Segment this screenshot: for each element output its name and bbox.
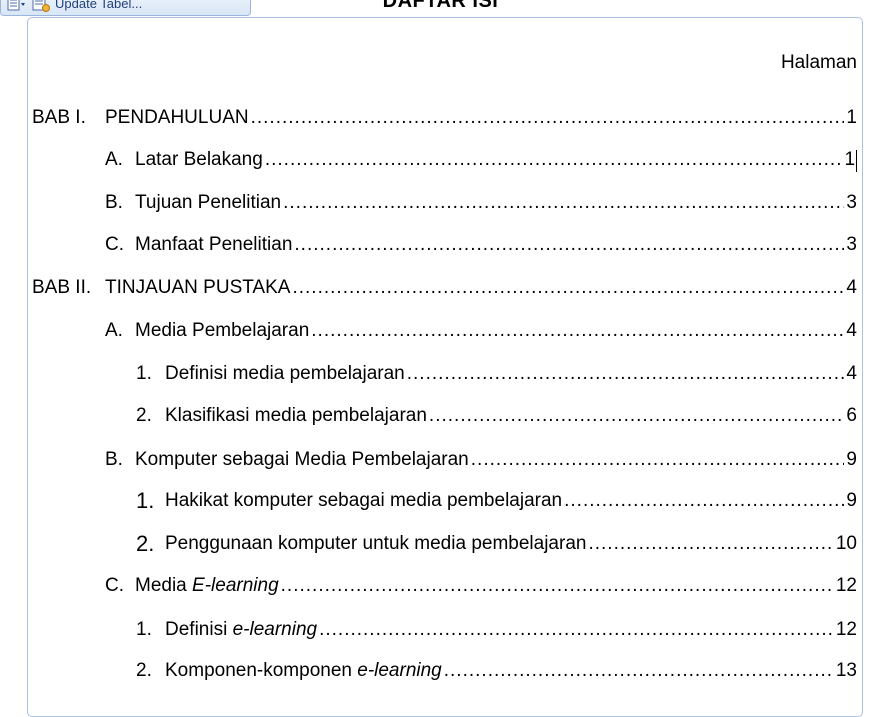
toc-entry-number: B. xyxy=(105,449,123,470)
toc-entry-title: Media Pembelajaran xyxy=(135,320,310,341)
toc-entry-page: 4 xyxy=(846,363,857,384)
toc-entry-title: Komputer sebagai Media Pembelajaran xyxy=(135,449,469,470)
toc-entry-bab-1[interactable]: BAB I. PENDAHULUAN 1 xyxy=(32,104,857,130)
toc-entry-media-elearning[interactable]: C. Media E-learning 12 xyxy=(105,572,857,598)
toc-entry-title-italic: E-learning xyxy=(192,575,279,596)
toc-entry-number: A. xyxy=(105,320,123,341)
dot-leader xyxy=(588,532,833,556)
toc-entry-number: C. xyxy=(105,575,124,596)
dot-leader xyxy=(311,319,844,343)
toc-entry-title-text: Definisi xyxy=(165,619,233,640)
toc-entry-number: 2. xyxy=(136,660,152,681)
toc-entry-page: 1 xyxy=(846,107,857,128)
toc-entry-number: B. xyxy=(105,192,123,213)
dot-leader xyxy=(251,106,845,130)
toc-entry-page: 12 xyxy=(835,619,857,640)
toc-entry-definisi-elearning[interactable]: 1. Definisi e-learning 12 xyxy=(136,616,857,642)
text-cursor xyxy=(856,150,857,172)
toc-entry-number: 2. xyxy=(136,405,152,426)
toc-entry-title: Klasifikasi media pembelajaran xyxy=(165,405,427,426)
page-column-label: Halaman xyxy=(780,52,857,73)
toc-entry-klasifikasi-media[interactable]: 2. Klasifikasi media pembelajaran 6 xyxy=(136,402,857,428)
toc-entry-penggunaan-komputer[interactable]: 2. Penggunaan komputer untuk media pembe… xyxy=(136,530,857,556)
dot-leader xyxy=(294,233,844,257)
toc-entry-number: 1. xyxy=(136,488,155,513)
toc-entry-title: Tujuan Penelitian xyxy=(135,192,282,213)
toc-entry-title: Komponen-komponen e-learning xyxy=(165,659,442,683)
toc-entry-title: TINJAUAN PUSTAKA xyxy=(105,277,291,298)
dot-leader xyxy=(283,191,844,215)
toc-entry-title: Manfaat Penelitian xyxy=(135,234,293,255)
toc-entry-page: 9 xyxy=(846,449,857,470)
toc-entry-title-text: Komponen-komponen xyxy=(165,660,358,681)
update-table-icon[interactable] xyxy=(31,0,51,13)
dot-leader xyxy=(429,404,845,428)
toc-entry-page: 3 xyxy=(846,234,857,255)
dot-leader xyxy=(407,362,845,386)
toc-entry-title: Media E-learning xyxy=(135,574,279,598)
toc-entry-page: 12 xyxy=(835,575,857,596)
toc-entry-latar-belakang[interactable]: A. Latar Belakang 1 xyxy=(105,146,857,172)
toc-entry-title-italic: e-learning xyxy=(232,619,318,640)
toc-entry-title: Latar Belakang xyxy=(135,149,263,170)
toc-entry-number: 2. xyxy=(136,531,155,556)
toc-entry-number: BAB II. xyxy=(32,277,92,298)
toc-entry-title: Definisi e-learning xyxy=(165,618,317,642)
toc-entry-number: 1. xyxy=(136,363,152,384)
toc-entry-page: 4 xyxy=(846,277,857,298)
toc-entry-title: Definisi media pembelajaran xyxy=(165,363,405,384)
content-control-tab[interactable]: Update Tabel... xyxy=(0,0,251,16)
toc-entry-definisi-media[interactable]: 1. Definisi media pembelajaran 4 xyxy=(136,360,857,386)
toc-entry-page: 1 xyxy=(844,149,856,170)
dot-leader xyxy=(564,489,844,513)
toc-entry-title-italic: e-learning xyxy=(357,660,442,681)
toc-entry-komputer-media[interactable]: B. Komputer sebagai Media Pembelajaran 9 xyxy=(105,446,857,472)
toc-entry-number: A. xyxy=(105,149,123,170)
toc-menu-icon[interactable] xyxy=(5,0,27,13)
toc-entry-tujuan-penelitian[interactable]: B. Tujuan Penelitian 3 xyxy=(105,189,857,215)
toc-entry-number: 1. xyxy=(136,619,152,640)
toc-entry-title: Hakikat komputer sebagai media pembelaja… xyxy=(165,490,563,511)
dot-leader xyxy=(265,148,843,172)
toc-entry-bab-2[interactable]: BAB II. TINJAUAN PUSTAKA 4 xyxy=(32,274,857,300)
toc-entry-page: 3 xyxy=(846,192,857,213)
toc-entry-page: 9 xyxy=(846,490,857,511)
toc-entry-title: PENDAHULUAN xyxy=(105,107,249,128)
dot-leader xyxy=(319,618,834,642)
dot-leader xyxy=(292,276,844,300)
update-table-button[interactable]: Update Tabel... xyxy=(55,0,142,11)
toc-entry-media-pembelajaran[interactable]: A. Media Pembelajaran 4 xyxy=(105,317,857,343)
toc-entry-page: 6 xyxy=(846,405,857,426)
toc-entry-number: C. xyxy=(105,234,124,255)
toc-entry-komponen-elearning[interactable]: 2. Komponen-komponen e-learning 13 xyxy=(136,657,857,683)
toc-entry-page: 4 xyxy=(846,320,857,341)
dot-leader xyxy=(471,448,845,472)
dot-leader xyxy=(281,574,834,598)
toc-entry-title-text: Media xyxy=(135,575,193,596)
toc-entry-hakikat-komputer[interactable]: 1. Hakikat komputer sebagai media pembel… xyxy=(136,487,857,513)
toc-entry-number: BAB I. xyxy=(32,107,86,128)
toc-entry-page: 10 xyxy=(835,533,857,554)
toc-entry-page: 13 xyxy=(835,660,857,681)
toc-entry-manfaat-penelitian[interactable]: C. Manfaat Penelitian 3 xyxy=(105,231,857,257)
toc-entry-title: Penggunaan komputer untuk media pembelaj… xyxy=(165,533,587,554)
dot-leader xyxy=(444,659,834,683)
